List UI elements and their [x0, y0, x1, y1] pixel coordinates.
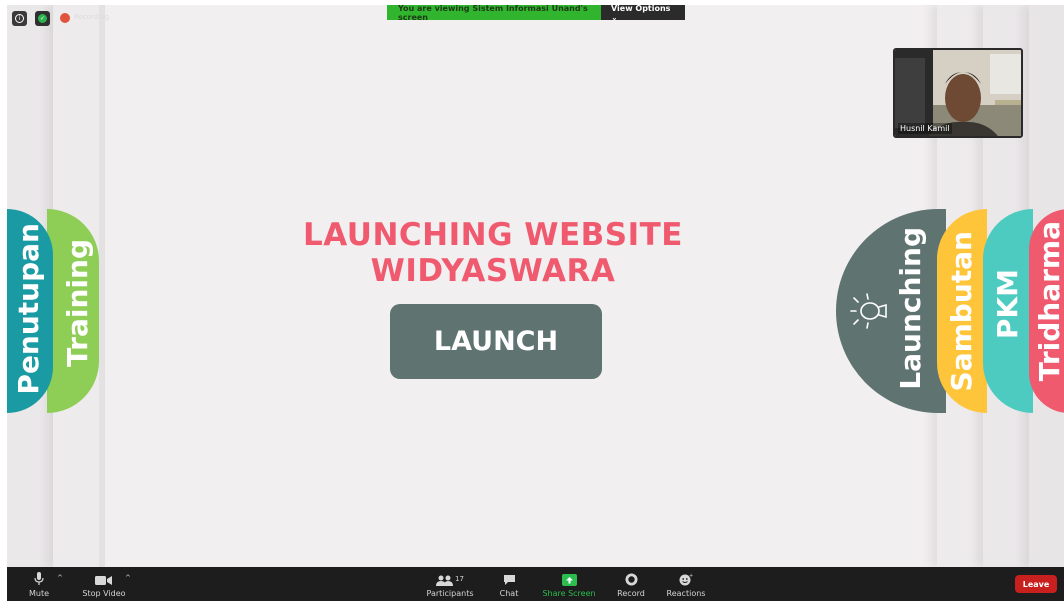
tab-tridharma-label: Tridharma [1033, 221, 1064, 382]
participants-label: Participants [426, 589, 474, 598]
tab-penutupan[interactable]: Penutupan [7, 209, 53, 413]
tab-launching[interactable]: Launching [836, 209, 946, 413]
slide-title: LAUNCHING WEBSITE WIDYASWARA [302, 217, 683, 289]
participants-icon [436, 575, 454, 586]
mute-button[interactable]: Mute [25, 567, 53, 601]
leave-button[interactable]: Leave [1015, 575, 1057, 593]
record-label: Record [617, 589, 645, 598]
share-screen-button[interactable]: Share Screen [542, 567, 596, 601]
chat-label: Chat [499, 589, 519, 598]
record-dot-icon [60, 13, 70, 23]
tab-training[interactable]: Training [47, 209, 99, 413]
record-button[interactable]: Record [615, 567, 647, 601]
share-screen-label: Share Screen [542, 589, 596, 598]
video-options-caret[interactable]: ^ [125, 574, 131, 582]
tab-launching-label: Launching [894, 227, 927, 390]
stop-video-button[interactable]: Stop Video [79, 567, 129, 601]
mute-options-caret[interactable]: ^ [57, 574, 63, 582]
record-icon [625, 573, 637, 586]
camera-icon [95, 576, 112, 585]
participant-video[interactable]: Husnil Kamil [893, 48, 1023, 138]
chat-button[interactable]: Chat [497, 567, 521, 601]
tab-penutupan-label: Penutupan [12, 223, 45, 395]
share-banner-text: You are viewing Sistem Informasi Unand's… [387, 4, 601, 22]
participants-count: 17 [455, 575, 464, 583]
reactions-button[interactable]: + Reactions [665, 567, 707, 601]
participants-button[interactable]: 17 Participants [425, 567, 475, 601]
mute-label: Mute [28, 589, 50, 598]
stop-video-label: Stop Video [82, 589, 126, 598]
info-icon[interactable]: i [12, 11, 27, 26]
reactions-label: Reactions [666, 589, 706, 598]
lightbulb-icon [850, 293, 887, 329]
participant-name: Husnil Kamil [898, 123, 952, 134]
tab-sambutan-label: Sambutan [945, 231, 978, 392]
share-screen-icon [561, 574, 577, 586]
svg-text:+: + [689, 573, 693, 579]
launch-button[interactable]: LAUNCH [390, 304, 602, 379]
chat-icon [503, 575, 515, 585]
view-options-button[interactable]: View Options ⌄ [601, 4, 685, 22]
recording-label: Recording [74, 13, 110, 21]
tab-pkm[interactable]: PKM [983, 209, 1033, 413]
tab-sambutan[interactable]: Sambutan [937, 209, 987, 413]
share-banner: You are viewing Sistem Informasi Unand's… [387, 4, 685, 22]
tab-training-label: Training [61, 239, 94, 367]
reactions-icon: + [679, 573, 693, 586]
shield-icon[interactable]: ✓ [35, 11, 50, 26]
tab-pkm-label: PKM [991, 269, 1024, 340]
tab-tridharma[interactable]: Tridharma [1029, 209, 1064, 413]
left-strip-edge [99, 5, 105, 567]
meeting-toolbar: Mute ^ Stop Video ^ 17 Participants Chat [7, 567, 1064, 601]
microphone-icon [34, 572, 44, 585]
